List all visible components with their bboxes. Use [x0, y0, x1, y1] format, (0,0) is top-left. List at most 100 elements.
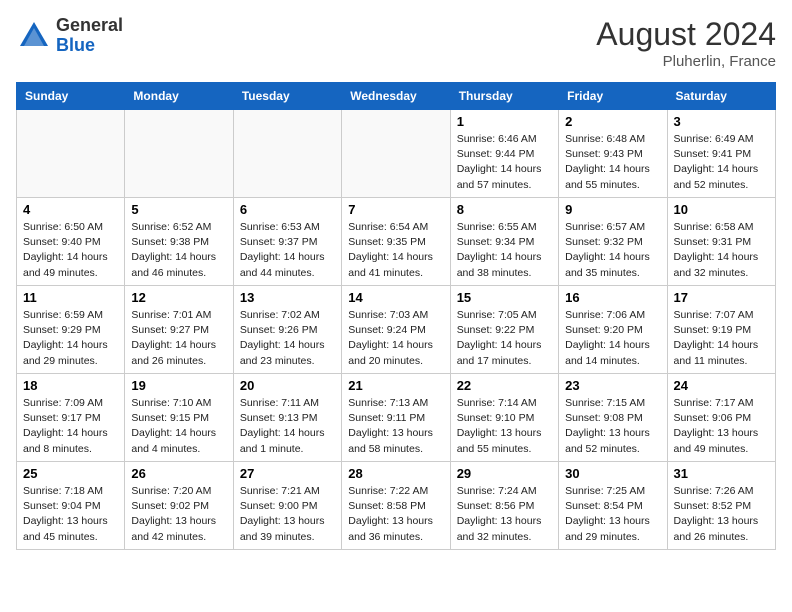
- day-number: 22: [457, 378, 552, 393]
- calendar-cell: 11Sunrise: 6:59 AM Sunset: 9:29 PM Dayli…: [17, 286, 125, 374]
- calendar-cell: 6 Sunrise: 6:53 AM Sunset: 9:37 PM Daylig…: [233, 198, 341, 286]
- day-number: 18: [23, 378, 118, 393]
- calendar-cell: 26 Sunrise: 7:20 AM Sunset: 9:02 PM Dayli…: [125, 462, 233, 550]
- day-info: Sunrise: 7:10 AM Sunset: 9:15 PM Dayligh…: [131, 396, 226, 457]
- calendar-header: SundayMondayTuesdayWednesdayThursdayFrid…: [17, 83, 776, 110]
- location-subtitle: Pluherlin, France: [596, 53, 776, 70]
- day-number: 31: [674, 466, 769, 481]
- calendar-cell: 10 Sunrise: 6:58 AM Sunset: 9:31 PM Dayli…: [667, 198, 775, 286]
- weekday-header-thursday: Thursday: [450, 83, 558, 110]
- week-row-1: 1 Sunrise: 6:46 AM Sunset: 9:44 PM Daylig…: [17, 110, 776, 198]
- day-number: 28: [348, 466, 443, 481]
- day-info: Sunrise: 6:54 AM Sunset: 9:35 PM Dayligh…: [348, 220, 443, 281]
- calendar-cell: 8Sunrise: 6:55 AM Sunset: 9:34 PM Daylig…: [450, 198, 558, 286]
- week-row-3: 11Sunrise: 6:59 AM Sunset: 9:29 PM Dayli…: [17, 286, 776, 374]
- day-number: 10: [674, 202, 769, 217]
- day-number: 15: [457, 290, 552, 305]
- day-number: 17: [674, 290, 769, 305]
- week-row-5: 25 Sunrise: 7:18 AM Sunset: 9:04 PM Dayli…: [17, 462, 776, 550]
- calendar-cell: 14 Sunrise: 7:03 AM Sunset: 9:24 PM Dayli…: [342, 286, 450, 374]
- day-info: Sunrise: 7:06 AM Sunset: 9:20 PM Dayligh…: [565, 308, 660, 369]
- calendar-cell: 3Sunrise: 6:49 AM Sunset: 9:41 PM Daylig…: [667, 110, 775, 198]
- calendar-cell: 17 Sunrise: 7:07 AM Sunset: 9:19 PM Dayli…: [667, 286, 775, 374]
- calendar-cell: 31 Sunrise: 7:26 AM Sunset: 8:52 PM Dayli…: [667, 462, 775, 550]
- day-info: Sunrise: 7:14 AM Sunset: 9:10 PM Dayligh…: [457, 396, 552, 457]
- day-number: 16: [565, 290, 660, 305]
- calendar-cell: [342, 110, 450, 198]
- calendar-cell: 1 Sunrise: 6:46 AM Sunset: 9:44 PM Daylig…: [450, 110, 558, 198]
- title-block: August 2024 Pluherlin, France: [596, 16, 776, 70]
- page-header: General Blue August 2024 Pluherlin, Fran…: [16, 16, 776, 70]
- day-number: 26: [131, 466, 226, 481]
- weekday-header-monday: Monday: [125, 83, 233, 110]
- day-number: 9: [565, 202, 660, 217]
- day-info: Sunrise: 7:26 AM Sunset: 8:52 PM Dayligh…: [674, 484, 769, 545]
- day-info: Sunrise: 7:03 AM Sunset: 9:24 PM Dayligh…: [348, 308, 443, 369]
- day-info: Sunrise: 7:24 AM Sunset: 8:56 PM Dayligh…: [457, 484, 552, 545]
- day-number: 1: [457, 114, 552, 129]
- day-info: Sunrise: 6:52 AM Sunset: 9:38 PM Dayligh…: [131, 220, 226, 281]
- day-info: Sunrise: 7:07 AM Sunset: 9:19 PM Dayligh…: [674, 308, 769, 369]
- logo-text: General Blue: [56, 16, 123, 56]
- day-info: Sunrise: 7:11 AM Sunset: 9:13 PM Dayligh…: [240, 396, 335, 457]
- calendar-cell: 15 Sunrise: 7:05 AM Sunset: 9:22 PM Dayli…: [450, 286, 558, 374]
- day-number: 23: [565, 378, 660, 393]
- day-info: Sunrise: 6:50 AM Sunset: 9:40 PM Dayligh…: [23, 220, 118, 281]
- calendar-cell: 28 Sunrise: 7:22 AM Sunset: 8:58 PM Dayli…: [342, 462, 450, 550]
- day-info: Sunrise: 7:17 AM Sunset: 9:06 PM Dayligh…: [674, 396, 769, 457]
- calendar-body: 1 Sunrise: 6:46 AM Sunset: 9:44 PM Daylig…: [17, 110, 776, 550]
- calendar-cell: 4 Sunrise: 6:50 AM Sunset: 9:40 PM Daylig…: [17, 198, 125, 286]
- logo: General Blue: [16, 16, 123, 56]
- calendar-cell: 30Sunrise: 7:25 AM Sunset: 8:54 PM Dayli…: [559, 462, 667, 550]
- calendar-cell: 13 Sunrise: 7:02 AM Sunset: 9:26 PM Dayli…: [233, 286, 341, 374]
- weekday-header-sunday: Sunday: [17, 83, 125, 110]
- day-info: Sunrise: 7:05 AM Sunset: 9:22 PM Dayligh…: [457, 308, 552, 369]
- calendar-cell: 7Sunrise: 6:54 AM Sunset: 9:35 PM Daylig…: [342, 198, 450, 286]
- calendar-cell: 27 Sunrise: 7:21 AM Sunset: 9:00 PM Dayli…: [233, 462, 341, 550]
- day-number: 20: [240, 378, 335, 393]
- week-row-2: 4 Sunrise: 6:50 AM Sunset: 9:40 PM Daylig…: [17, 198, 776, 286]
- calendar-cell: [125, 110, 233, 198]
- calendar-cell: 12 Sunrise: 7:01 AM Sunset: 9:27 PM Dayli…: [125, 286, 233, 374]
- day-info: Sunrise: 7:15 AM Sunset: 9:08 PM Dayligh…: [565, 396, 660, 457]
- day-number: 6: [240, 202, 335, 217]
- day-info: Sunrise: 6:55 AM Sunset: 9:34 PM Dayligh…: [457, 220, 552, 281]
- day-number: 11: [23, 290, 118, 305]
- day-info: Sunrise: 7:18 AM Sunset: 9:04 PM Dayligh…: [23, 484, 118, 545]
- day-number: 27: [240, 466, 335, 481]
- day-number: 14: [348, 290, 443, 305]
- day-info: Sunrise: 7:09 AM Sunset: 9:17 PM Dayligh…: [23, 396, 118, 457]
- day-number: 29: [457, 466, 552, 481]
- calendar-cell: 20 Sunrise: 7:11 AM Sunset: 9:13 PM Dayli…: [233, 374, 341, 462]
- day-number: 4: [23, 202, 118, 217]
- logo-icon: [16, 18, 52, 54]
- day-info: Sunrise: 7:13 AM Sunset: 9:11 PM Dayligh…: [348, 396, 443, 457]
- day-info: Sunrise: 7:02 AM Sunset: 9:26 PM Dayligh…: [240, 308, 335, 369]
- week-row-4: 18 Sunrise: 7:09 AM Sunset: 9:17 PM Dayli…: [17, 374, 776, 462]
- calendar-cell: 25 Sunrise: 7:18 AM Sunset: 9:04 PM Dayli…: [17, 462, 125, 550]
- day-info: Sunrise: 7:22 AM Sunset: 8:58 PM Dayligh…: [348, 484, 443, 545]
- day-number: 25: [23, 466, 118, 481]
- day-info: Sunrise: 6:53 AM Sunset: 9:37 PM Dayligh…: [240, 220, 335, 281]
- weekday-header-tuesday: Tuesday: [233, 83, 341, 110]
- calendar-cell: 29 Sunrise: 7:24 AM Sunset: 8:56 PM Dayli…: [450, 462, 558, 550]
- month-year-title: August 2024: [596, 16, 776, 53]
- day-info: Sunrise: 7:01 AM Sunset: 9:27 PM Dayligh…: [131, 308, 226, 369]
- day-info: Sunrise: 6:58 AM Sunset: 9:31 PM Dayligh…: [674, 220, 769, 281]
- day-number: 12: [131, 290, 226, 305]
- calendar-cell: 16 Sunrise: 7:06 AM Sunset: 9:20 PM Dayli…: [559, 286, 667, 374]
- weekday-header-friday: Friday: [559, 83, 667, 110]
- calendar-cell: 24Sunrise: 7:17 AM Sunset: 9:06 PM Dayli…: [667, 374, 775, 462]
- weekday-header-row: SundayMondayTuesdayWednesdayThursdayFrid…: [17, 83, 776, 110]
- day-info: Sunrise: 6:49 AM Sunset: 9:41 PM Dayligh…: [674, 132, 769, 193]
- day-info: Sunrise: 7:21 AM Sunset: 9:00 PM Dayligh…: [240, 484, 335, 545]
- calendar-table: SundayMondayTuesdayWednesdayThursdayFrid…: [16, 82, 776, 550]
- calendar-cell: 18 Sunrise: 7:09 AM Sunset: 9:17 PM Dayli…: [17, 374, 125, 462]
- day-number: 21: [348, 378, 443, 393]
- day-number: 2: [565, 114, 660, 129]
- calendar-cell: 19Sunrise: 7:10 AM Sunset: 9:15 PM Dayli…: [125, 374, 233, 462]
- day-number: 5: [131, 202, 226, 217]
- day-info: Sunrise: 6:46 AM Sunset: 9:44 PM Dayligh…: [457, 132, 552, 193]
- day-info: Sunrise: 7:20 AM Sunset: 9:02 PM Dayligh…: [131, 484, 226, 545]
- day-number: 13: [240, 290, 335, 305]
